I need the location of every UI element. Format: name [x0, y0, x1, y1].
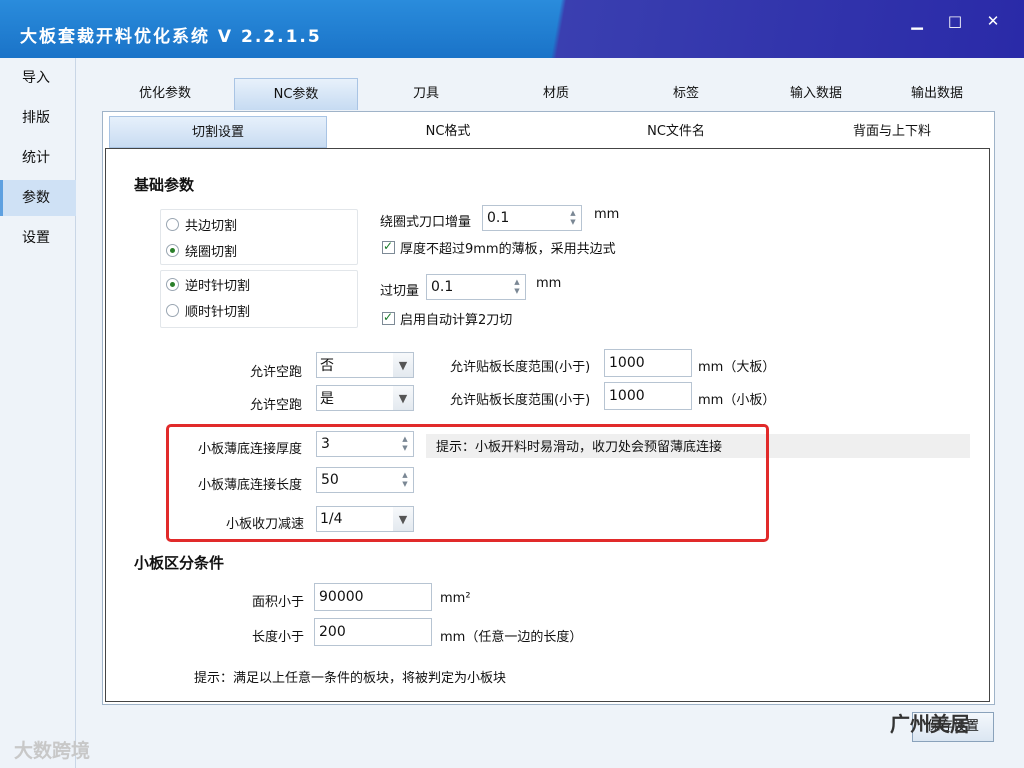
spinner-arrows-icon[interactable]: ▲ ▼	[565, 206, 581, 230]
overcut-unit: mm	[536, 276, 562, 291]
maximize-button[interactable]: □	[938, 10, 972, 32]
title-bar: 大板套裁开料优化系统 V 2.2.1.5 ▁ □ ✕	[0, 0, 1024, 58]
subtab-cut-settings[interactable]: 切割设置	[109, 116, 327, 148]
main-tabs: 优化参数 NC参数 刀具 材质 标签 输入数据 输出数据	[100, 78, 1000, 110]
radio-label: 绕圈切割	[185, 245, 238, 260]
idle-run-label-2: 允许空跑	[250, 398, 303, 413]
spinner-arrows-icon[interactable]: ▲ ▼	[509, 275, 525, 299]
tab-optimize-params[interactable]: 优化参数	[100, 78, 230, 110]
attach-range-unit-2: mm（小板）	[698, 393, 776, 408]
length-unit: mm（任意一边的长度）	[440, 630, 583, 645]
spinner-value: 0.1	[487, 210, 510, 226]
radio-label: 共边切割	[185, 219, 238, 234]
radio-clockwise[interactable]: 顺时针切割	[166, 301, 250, 320]
area-input[interactable]: 90000	[314, 583, 432, 611]
highlight-annotation	[166, 424, 769, 542]
tab-input-data[interactable]: 输入数据	[752, 78, 880, 110]
attach-range-label-1: 允许贴板长度范围(小于)	[450, 360, 591, 375]
tab-material[interactable]: 材质	[492, 78, 620, 110]
radio-indicator	[166, 218, 179, 231]
section-title-small-board: 小板区分条件	[134, 554, 225, 572]
select-value: 否	[320, 358, 334, 374]
radio-shared-edge-cut[interactable]: 共边切割	[166, 215, 237, 234]
overcut-spinner[interactable]: 0.1 ▲ ▼	[426, 274, 526, 300]
tab-output-data[interactable]: 输出数据	[880, 78, 994, 110]
loop-increment-label: 绕圈式刀口增量	[380, 215, 472, 230]
chevron-down-icon: ▼	[393, 386, 413, 410]
close-button[interactable]: ✕	[976, 10, 1010, 32]
radio-label: 顺时针切割	[185, 305, 251, 320]
loop-increment-spinner[interactable]: 0.1 ▲ ▼	[482, 205, 582, 231]
checkbox-label: 厚度不超过9mm的薄板，采用共边式	[400, 242, 616, 257]
watermark-left: 大数跨境	[14, 740, 91, 762]
radio-indicator	[166, 278, 179, 291]
thin-board-checkbox[interactable]: 厚度不超过9mm的薄板，采用共边式	[382, 238, 616, 257]
radio-label: 逆时针切割	[185, 279, 251, 294]
subtab-nc-format[interactable]: NC格式	[339, 116, 557, 148]
idle-run-label-1: 允许空跑	[250, 365, 303, 380]
tab-tools[interactable]: 刀具	[362, 78, 490, 110]
length-input[interactable]: 200	[314, 618, 432, 646]
chevron-down-icon: ▼	[393, 353, 413, 377]
checkbox-label: 启用自动计算2刀切	[400, 313, 513, 328]
checkbox-indicator	[382, 239, 395, 254]
area-label: 面积小于	[252, 595, 305, 610]
radio-indicator	[166, 304, 179, 317]
attach-range-label-2: 允许贴板长度范围(小于)	[450, 393, 591, 408]
radio-indicator	[166, 244, 179, 257]
subtab-nc-filename[interactable]: NC文件名	[567, 116, 785, 148]
radio-counterclockwise[interactable]: 逆时针切割	[166, 275, 250, 294]
checkbox-indicator	[382, 310, 395, 325]
nav-item-import[interactable]: 导入	[0, 60, 76, 96]
loop-increment-unit: mm	[594, 207, 620, 222]
idle-run-select-1[interactable]: 否 ▼	[316, 352, 414, 378]
minimize-button[interactable]: ▁	[900, 10, 934, 32]
nav-item-layout[interactable]: 排版	[0, 100, 76, 136]
section-title-basic: 基础参数	[134, 176, 195, 194]
nav-item-settings[interactable]: 设置	[0, 220, 76, 256]
overcut-label: 过切量	[380, 284, 420, 299]
subtab-back-loading[interactable]: 背面与上下料	[783, 116, 1001, 148]
small-board-condition-hint: 提示：满足以上任意一条件的板块，将被判定为小板块	[194, 671, 507, 686]
nav-item-stats[interactable]: 统计	[0, 140, 76, 176]
left-navigation: 导入 排版 统计 参数 设置	[0, 58, 76, 768]
nav-item-params[interactable]: 参数	[0, 180, 76, 216]
attach-range-input-2[interactable]: 1000	[604, 382, 692, 410]
area-unit: mm²	[440, 591, 471, 606]
tab-label[interactable]: 标签	[622, 78, 750, 110]
attach-range-input-1[interactable]: 1000	[604, 349, 692, 377]
auto-second-cut-checkbox[interactable]: 启用自动计算2刀切	[382, 309, 512, 328]
tab-nc-params[interactable]: NC参数	[234, 78, 358, 110]
spinner-value: 0.1	[431, 279, 454, 295]
length-label: 长度小于	[252, 630, 305, 645]
select-value: 是	[320, 391, 334, 407]
radio-loop-cut[interactable]: 绕圈切割	[166, 241, 237, 260]
attach-range-unit-1: mm（大板）	[698, 360, 776, 375]
settings-panel: 切割设置 NC格式 NC文件名 背面与上下料 基础参数 共边切割 绕圈切割 逆时…	[102, 111, 995, 705]
app-window: 大板套裁开料优化系统 V 2.2.1.5 ▁ □ ✕ 导入 排版 统计 参数 设…	[0, 0, 1024, 768]
watermark-right: 广州美居	[890, 712, 970, 736]
app-title: 大板套裁开料优化系统 V 2.2.1.5	[20, 27, 322, 47]
idle-run-select-2[interactable]: 是 ▼	[316, 385, 414, 411]
